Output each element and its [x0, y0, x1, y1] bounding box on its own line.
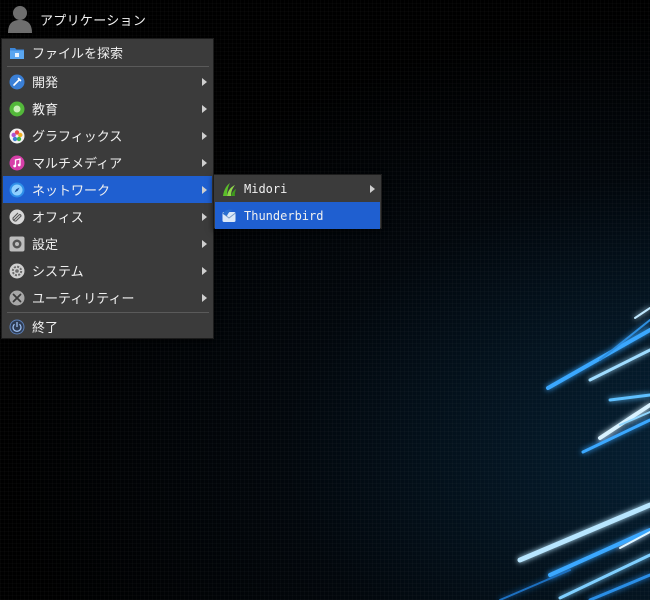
menu-item-file-manager[interactable]: ファイルを探索 [3, 39, 212, 66]
midori-icon [221, 181, 237, 197]
submenu-arrow-icon [202, 104, 207, 113]
settings-icon [9, 236, 25, 252]
submenu-arrow-icon [202, 212, 207, 221]
applications-menu-button[interactable]: アプリケーション [2, 2, 152, 36]
submenu-item-midori[interactable]: Midori [215, 175, 380, 202]
menu-item-label: 設定 [32, 238, 59, 253]
menu-item-label: 終了 [32, 321, 59, 336]
menu-item-development[interactable]: 開発 [3, 68, 212, 95]
submenu-arrow-icon [370, 184, 375, 193]
menu-item-label: ユーティリティー [32, 292, 135, 307]
system-icon [9, 263, 25, 279]
submenu-arrow-icon [202, 131, 207, 140]
office-icon [9, 209, 25, 225]
menu-item-label: ネットワーク [32, 184, 111, 199]
submenu-arrow-icon [202, 239, 207, 248]
folder-icon [9, 45, 25, 61]
network-icon [9, 182, 25, 198]
menu-item-multimedia[interactable]: マルチメディア [3, 149, 212, 176]
submenu-arrow-icon [202, 158, 207, 167]
menu-item-system[interactable]: システム [3, 257, 212, 284]
menu-item-network[interactable]: ネットワーク [3, 176, 212, 203]
graphics-icon [9, 128, 25, 144]
submenu-item-thunderbird[interactable]: Thunderbird [215, 202, 380, 229]
multimedia-icon [9, 155, 25, 171]
submenu-arrow-icon [202, 266, 207, 275]
menu-item-label: 開発 [32, 76, 59, 91]
menu-item-settings[interactable]: 設定 [3, 230, 212, 257]
applications-menu: ファイルを探索 開発 教育 グラフィックス マルチメディア ネットワーク オフィ… [1, 38, 214, 339]
user-icon [6, 4, 34, 34]
menu-item-label: マルチメディア [32, 157, 123, 172]
submenu-item-label: Thunderbird [244, 208, 324, 223]
menu-item-office[interactable]: オフィス [3, 203, 212, 230]
development-icon [9, 74, 25, 90]
submenu-arrow-icon [202, 293, 207, 302]
menu-separator [7, 66, 209, 67]
education-icon [9, 101, 25, 117]
menu-item-label: グラフィックス [32, 130, 123, 145]
top-panel: アプリケーション [0, 0, 650, 38]
submenu-item-label: Midori [244, 181, 288, 196]
menu-item-logout[interactable]: 終了 [3, 313, 212, 340]
menu-item-graphics[interactable]: グラフィックス [3, 122, 212, 149]
menu-item-label: ファイルを探索 [32, 47, 124, 62]
thunderbird-icon [221, 208, 237, 224]
menu-item-utilities[interactable]: ユーティリティー [3, 284, 212, 311]
menu-item-label: オフィス [32, 211, 84, 226]
utilities-icon [9, 290, 25, 306]
submenu-arrow-icon [202, 185, 207, 194]
network-submenu: Midori Thunderbird [213, 174, 382, 229]
menu-item-label: 教育 [32, 103, 59, 118]
menu-item-education[interactable]: 教育 [3, 95, 212, 122]
logout-icon [9, 319, 25, 335]
submenu-arrow-icon [202, 77, 207, 86]
applications-menu-label: アプリケーション [40, 13, 147, 29]
menu-item-label: システム [32, 265, 84, 280]
